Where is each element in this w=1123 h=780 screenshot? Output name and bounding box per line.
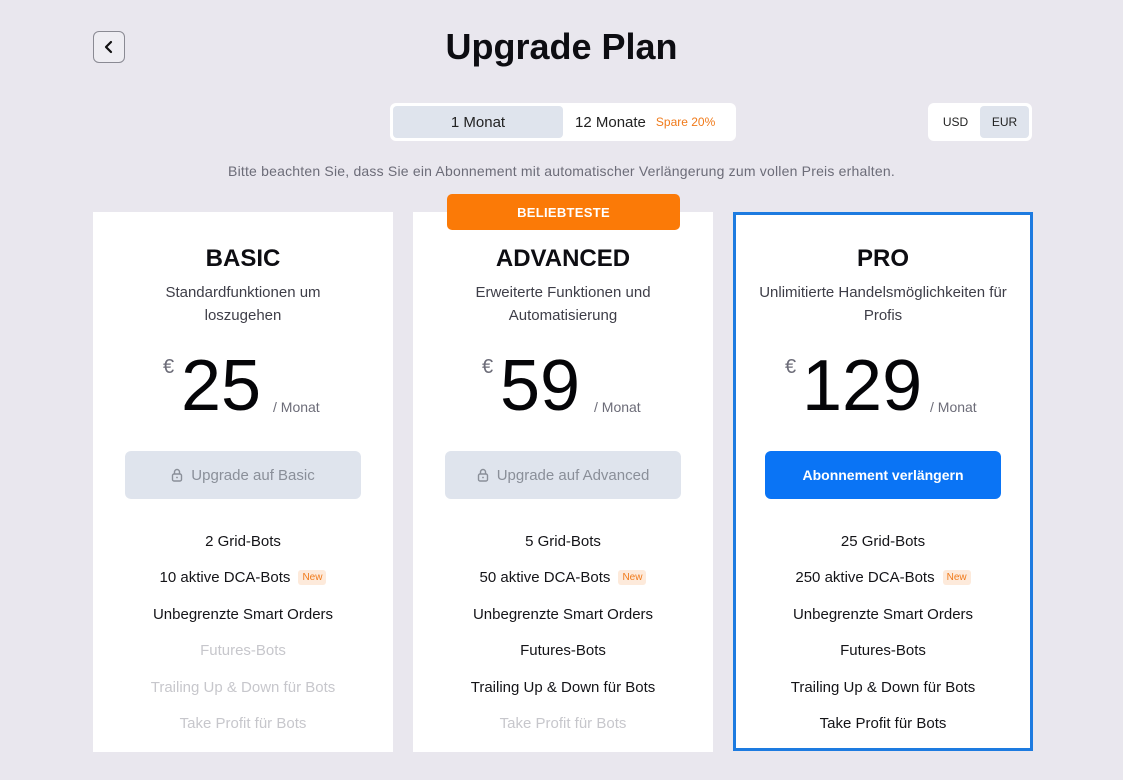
plan-name: PRO	[856, 245, 909, 272]
lock-icon	[172, 468, 183, 482]
feature-item: Unbegrenzte Smart Orders	[472, 605, 654, 623]
currency-option-usd[interactable]: USD	[931, 106, 980, 138]
feature-label: 250 aktive DCA-Bots	[795, 569, 935, 587]
feature-item: 2 Grid-Bots	[205, 532, 281, 550]
price-period: / Monat	[930, 399, 977, 415]
feature-item-disabled: Futures-Bots	[200, 642, 286, 660]
plan-card-advanced: ADVANCED Erweiterte Funktionen und Autom…	[413, 212, 713, 752]
price-amount: 129	[802, 346, 923, 426]
feature-item: 250 aktive DCA-Bots New	[736, 560, 1030, 597]
currency-symbol: €	[785, 356, 797, 378]
cta-label: Upgrade auf Advanced	[496, 466, 650, 484]
plan-name: BASIC	[205, 245, 281, 272]
renewal-notice: Bitte beachten Sie, dass Sie ein Abonnem…	[228, 163, 895, 179]
price-period: / Monat	[594, 399, 641, 415]
feature-item: Futures-Bots	[520, 642, 606, 660]
feature-label: 50 aktive DCA-Bots	[479, 569, 611, 587]
period-option-yearly-label: 12 Monate	[575, 113, 646, 131]
feature-list: 25 Grid-Bots 250 aktive DCA-Bots New Unb…	[736, 523, 1030, 742]
currency-toggle: USD EUR	[928, 103, 1032, 141]
currency-option-eur[interactable]: EUR	[980, 106, 1029, 138]
price-amount: 25	[181, 346, 262, 426]
cta-label: Upgrade auf Basic	[191, 466, 315, 484]
feature-item: Take Profit für Bots	[819, 715, 947, 733]
plan-card-basic: BASIC Standardfunktionen um loszugehen €…	[93, 212, 393, 752]
plan-price: € 25 / Monat	[93, 346, 393, 426]
period-option-monthly[interactable]: 1 Monat	[393, 106, 563, 138]
plan-name: ADVANCED	[495, 245, 631, 272]
feature-item: Unbegrenzte Smart Orders	[152, 605, 334, 623]
new-badge: New	[618, 570, 647, 586]
feature-item: 10 aktive DCA-Bots New	[93, 560, 393, 597]
upgrade-basic-button[interactable]: Upgrade auf Basic	[125, 451, 361, 499]
plan-description: Unlimitierte Handelsmöglichkeiten für Pr…	[759, 284, 1007, 324]
upgrade-advanced-button[interactable]: Upgrade auf Advanced	[445, 451, 681, 499]
price-period: / Monat	[273, 399, 320, 415]
lock-icon	[477, 468, 488, 482]
feature-item: Futures-Bots	[840, 642, 926, 660]
feature-item: 25 Grid-Bots	[840, 532, 926, 550]
feature-item-disabled: Take Profit für Bots	[179, 715, 307, 733]
yearly-save-tag: Spare 20%	[655, 115, 716, 129]
currency-symbol: €	[163, 356, 175, 378]
feature-list: 5 Grid-Bots 50 aktive DCA-Bots New Unbeg…	[413, 523, 713, 742]
feature-item-disabled: Take Profit für Bots	[499, 715, 627, 733]
billing-period-toggle: 1 Monat 12 Monate Spare 20%	[390, 103, 736, 141]
feature-item: Trailing Up & Down für Bots	[790, 678, 976, 696]
page-title: Upgrade Plan	[445, 26, 678, 67]
plan-price: € 129 / Monat	[736, 346, 1030, 426]
plan-description: Standardfunktionen um loszugehen	[165, 284, 321, 324]
feature-item: Unbegrenzte Smart Orders	[792, 605, 974, 623]
price-amount: 59	[500, 346, 581, 426]
new-badge: New	[942, 570, 971, 586]
plan-price: € 59 / Monat	[413, 346, 713, 426]
plan-description: Erweiterte Funktionen und Automatisierun…	[475, 284, 651, 324]
renew-subscription-button[interactable]: Abonnement verlängern	[765, 451, 1001, 499]
feature-item: 5 Grid-Bots	[525, 532, 601, 550]
new-badge: New	[298, 570, 327, 586]
feature-item: Trailing Up & Down für Bots	[470, 678, 656, 696]
feature-list: 2 Grid-Bots 10 aktive DCA-Bots New Unbeg…	[93, 523, 393, 742]
most-popular-badge: BELIEBTESTE	[447, 194, 680, 230]
plan-card-pro: PRO Unlimitierte Handelsmöglichkeiten fü…	[733, 212, 1033, 751]
period-option-yearly[interactable]: 12 Monate Spare 20%	[563, 106, 733, 138]
feature-item-disabled: Trailing Up & Down für Bots	[150, 678, 336, 696]
currency-symbol: €	[482, 356, 494, 378]
feature-label: 10 aktive DCA-Bots	[159, 569, 291, 587]
feature-item: 50 aktive DCA-Bots New	[413, 560, 713, 597]
